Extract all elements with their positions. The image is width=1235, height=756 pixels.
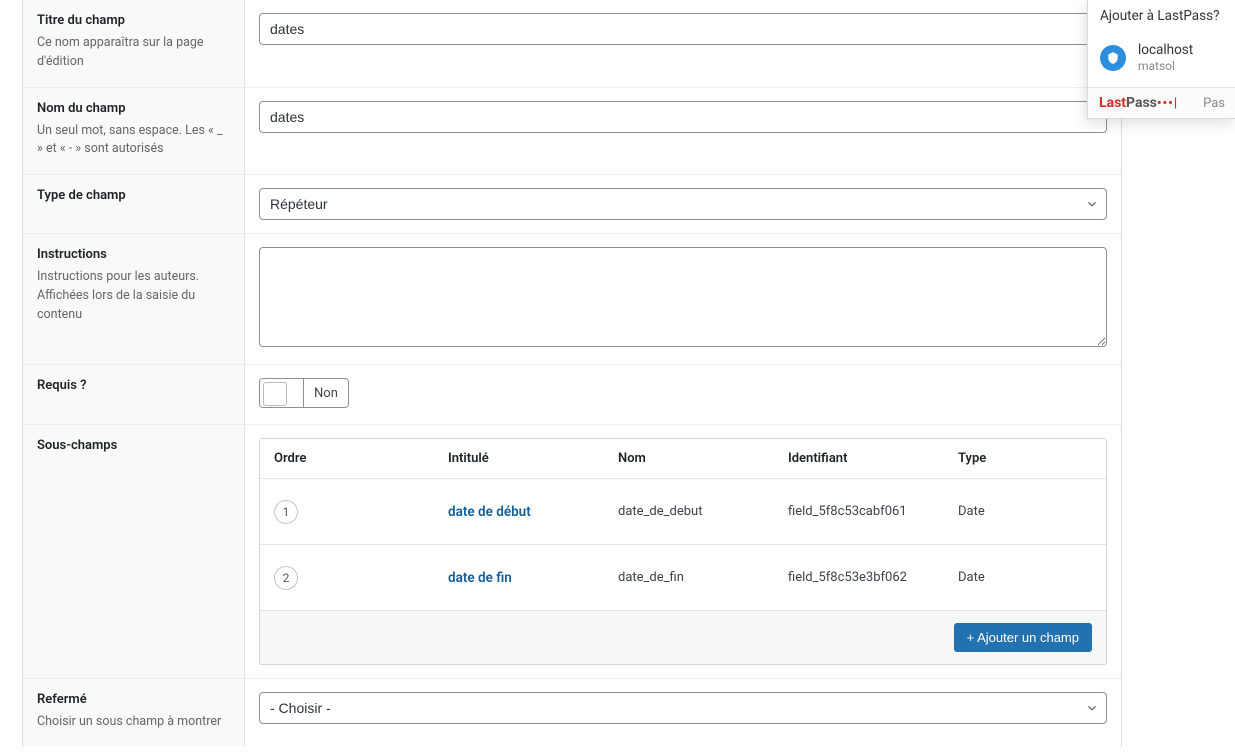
header-ordre: Ordre [260, 443, 438, 474]
select-type[interactable]: Répéteur [259, 188, 1107, 220]
label-titre: Titre du champ [37, 13, 230, 28]
subfield-link[interactable]: date de début [448, 504, 531, 520]
row-nom-du-champ: Nom du champ Un seul mot, sans espace. L… [23, 88, 1121, 176]
input-nom[interactable] [259, 101, 1107, 133]
add-field-button[interactable]: + Ajouter un champ [954, 623, 1092, 652]
subfield-nom: date_de_debut [608, 496, 778, 527]
desc-instructions: Instructions pour les auteurs. Affichées… [37, 268, 230, 324]
select-referme[interactable]: - Choisir - [259, 692, 1107, 724]
lastpass-entry[interactable]: localhost matsol [1088, 34, 1235, 87]
header-intitule: Intitulé [438, 443, 608, 474]
label-instructions: Instructions [37, 247, 230, 262]
row-requis: Requis ? Non [23, 365, 1121, 425]
lastpass-user: matsol [1138, 59, 1193, 73]
label-type: Type de champ [37, 188, 230, 203]
lastpass-logo: LastPass•••| [1099, 95, 1178, 111]
subfield-ident: field_5f8c53cabf061 [778, 496, 948, 527]
row-titre-du-champ: Titre du champ Ce nom apparaîtra sur la … [23, 0, 1121, 88]
label-referme: Refermé [37, 692, 230, 707]
table-row[interactable]: 1 date de début date_de_debut field_5f8c… [260, 479, 1106, 545]
desc-titre: Ce nom apparaîtra sur la page d'édition [37, 34, 230, 72]
toggle-switch-icon [260, 379, 304, 407]
lastpass-site-icon [1100, 45, 1126, 71]
order-badge[interactable]: 2 [274, 566, 298, 590]
desc-referme: Choisir un sous champ à montrer [37, 713, 230, 732]
lastpass-title: Ajouter à LastPass? [1088, 0, 1235, 34]
desc-nom: Un seul mot, sans espace. Les « _ » et «… [37, 122, 230, 160]
label-sous-champs: Sous-champs [37, 438, 230, 453]
subfield-link[interactable]: date de fin [448, 570, 512, 586]
header-identifiant: Identifiant [778, 443, 948, 474]
table-row[interactable]: 2 date de fin date_de_fin field_5f8c53e3… [260, 545, 1106, 611]
subfields-table: Ordre Intitulé Nom Identifiant Type 1 da… [259, 438, 1107, 665]
header-type: Type [948, 443, 1106, 474]
row-sous-champs: Sous-champs Ordre Intitulé Nom Identifia… [23, 425, 1121, 679]
toggle-requis[interactable]: Non [259, 378, 349, 408]
label-nom: Nom du champ [37, 101, 230, 116]
label-requis: Requis ? [37, 378, 230, 393]
row-type-de-champ: Type de champ Répéteur [23, 175, 1121, 234]
order-badge[interactable]: 1 [274, 500, 298, 524]
subfields-header-row: Ordre Intitulé Nom Identifiant Type [260, 439, 1106, 479]
subfield-type: Date [948, 562, 1106, 593]
row-referme: Refermé Choisir un sous champ à montrer … [23, 679, 1121, 747]
subfield-type: Date [948, 496, 1106, 527]
textarea-instructions[interactable] [259, 247, 1107, 347]
toggle-text: Non [304, 386, 348, 401]
input-titre[interactable] [259, 13, 1107, 45]
row-instructions: Instructions Instructions pour les auteu… [23, 234, 1121, 365]
lastpass-skip[interactable]: Pas [1203, 96, 1225, 111]
subfield-nom: date_de_fin [608, 562, 778, 593]
subfield-ident: field_5f8c53e3bf062 [778, 562, 948, 593]
lastpass-footer: LastPass•••| Pas [1088, 87, 1235, 118]
lastpass-host: localhost [1138, 42, 1193, 58]
header-nom: Nom [608, 443, 778, 474]
lastpass-popup: Ajouter à LastPass? localhost matsol Las… [1087, 0, 1235, 119]
subfields-footer: + Ajouter un champ [260, 611, 1106, 664]
